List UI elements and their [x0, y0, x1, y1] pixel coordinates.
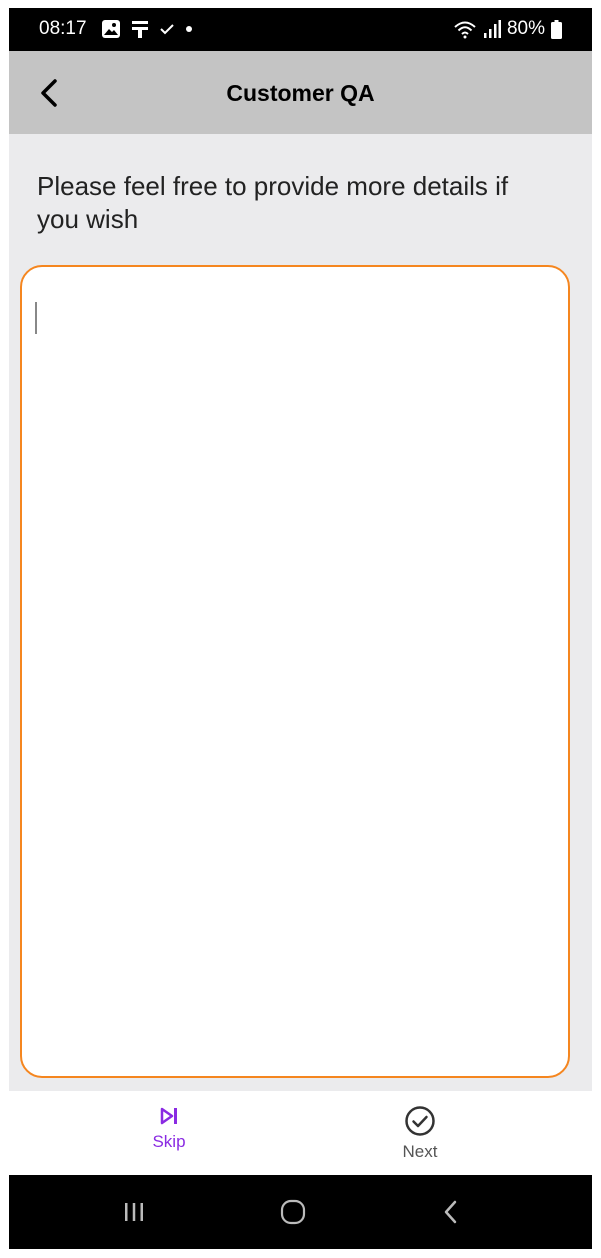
app-bar: Customer QA: [9, 51, 592, 134]
battery-percent: 80%: [506, 18, 545, 39]
bottom-action-bar: Skip Next: [9, 1091, 592, 1175]
answer-box: [20, 265, 570, 1078]
check-circle-icon: [405, 1106, 435, 1136]
battery-icon: [551, 19, 562, 39]
skip-label: Skip: [152, 1132, 186, 1151]
details-textarea[interactable]: [24, 269, 565, 1073]
back-icon: [444, 1200, 457, 1224]
skip-next-icon: [160, 1107, 177, 1125]
signal-icon: [483, 20, 501, 38]
recents-icon: [125, 1203, 143, 1221]
text-caret: [35, 302, 37, 334]
page-title: Customer QA: [226, 80, 375, 106]
system-back-button[interactable]: [421, 1189, 481, 1235]
status-system-icons: 80%: [453, 18, 562, 40]
phone-screen: 08:17 80% Customer QA Please feel free t…: [9, 8, 592, 1249]
wifi-icon: [454, 21, 476, 39]
notification-icon: [132, 21, 148, 38]
dot-icon: [186, 26, 192, 32]
question-text: Please feel free to provide more details…: [37, 171, 509, 234]
home-button[interactable]: [263, 1189, 323, 1235]
system-nav-bar: [9, 1175, 592, 1249]
home-icon: [280, 1199, 306, 1225]
recents-button[interactable]: [104, 1189, 164, 1235]
status-time: 08:17: [39, 18, 87, 39]
status-notification-icons: [101, 19, 193, 39]
status-bar: 08:17 80%: [9, 8, 592, 51]
next-label: Next: [402, 1142, 438, 1161]
check-icon: [160, 24, 174, 35]
skip-button[interactable]: Skip: [99, 1091, 239, 1175]
gallery-icon: [102, 20, 120, 38]
next-button[interactable]: Next: [350, 1091, 490, 1175]
